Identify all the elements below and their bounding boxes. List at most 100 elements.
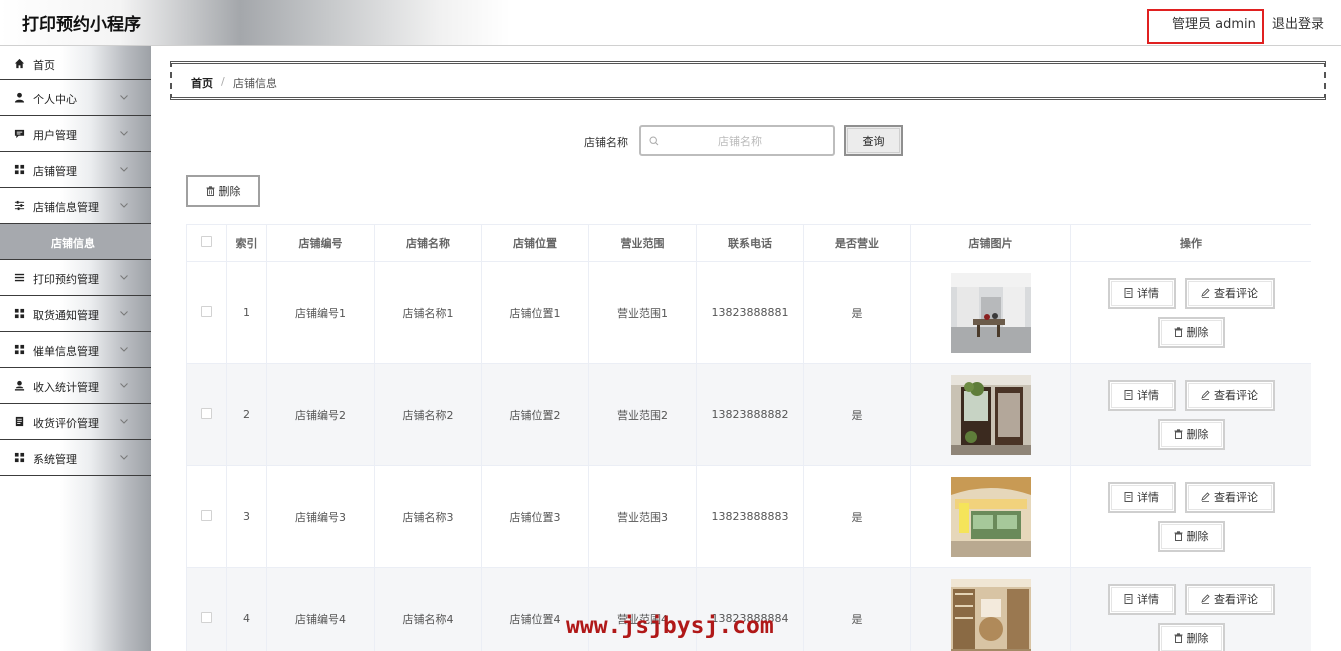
row-actions: 详情 查看评论 删除: [1091, 481, 1291, 552]
cell-phone: 13823888881: [696, 261, 804, 364]
sidebar-item-label: 店铺信息管理: [33, 201, 99, 214]
cell-index: 2: [226, 363, 267, 466]
store-image[interactable]: [950, 476, 1031, 557]
cell-code: 店铺编号3: [266, 465, 375, 568]
sidebar-item-stores[interactable]: 店铺管理: [0, 152, 151, 188]
column-header: 操作: [1070, 224, 1311, 262]
column-header: 联系电话: [696, 224, 804, 262]
store-image[interactable]: [950, 374, 1031, 455]
query-button[interactable]: 查询: [844, 125, 903, 156]
edit-icon: [1201, 288, 1210, 298]
sidebar-item-label: 店铺管理: [33, 165, 77, 178]
cell-name: 店铺名称1: [374, 261, 482, 364]
row-checkbox[interactable]: [201, 305, 212, 317]
row-actions: 详情 查看评论 删除: [1091, 277, 1291, 348]
row-checkbox[interactable]: [201, 509, 212, 521]
sidebar-item-label: 打印预约管理: [33, 273, 99, 286]
search-icon: [649, 136, 659, 146]
app-title: 打印预约小程序: [22, 15, 141, 35]
document-icon: [1124, 288, 1133, 298]
batch-delete-label: 删除: [218, 185, 241, 198]
sidebar-item-users[interactable]: 用户管理: [0, 116, 151, 152]
sidebar-item-reminders[interactable]: 催单信息管理: [0, 332, 151, 368]
select-all-checkbox[interactable]: [201, 236, 212, 247]
sidebar-item-print-booking[interactable]: 打印预约管理: [0, 260, 151, 296]
chevron-down-icon: [120, 131, 128, 136]
delete-button-label: 删除: [1186, 428, 1209, 441]
detail-button[interactable]: 详情: [1107, 379, 1176, 411]
cell-scope: 营业范围1: [588, 261, 697, 364]
cell-name: 店铺名称4: [374, 567, 482, 651]
edit-icon: [1201, 594, 1210, 604]
cell-scope: 营业范围2: [588, 363, 697, 466]
detail-button-label: 详情: [1137, 593, 1159, 606]
view-comments-label: 查看评论: [1214, 287, 1258, 300]
trash-icon: [1174, 531, 1182, 541]
sidebar-item-pickup-notice[interactable]: 取货通知管理: [0, 296, 151, 332]
column-header: 店铺编号: [266, 224, 375, 262]
sidebar-subitem-store-info[interactable]: 店铺信息: [0, 224, 151, 260]
cell-open: 是: [803, 567, 911, 651]
store-image[interactable]: [950, 272, 1031, 353]
detail-button[interactable]: 详情: [1107, 583, 1176, 615]
search-label: 店铺名称: [584, 136, 628, 149]
delete-button[interactable]: 删除: [1157, 520, 1225, 552]
detail-button[interactable]: 详情: [1107, 277, 1176, 309]
cell-name: 店铺名称2: [374, 363, 482, 466]
sidebar-item-label: 个人中心: [33, 93, 77, 106]
chevron-down-icon: [120, 311, 128, 316]
sliders-icon: [14, 200, 25, 211]
breadcrumb-home-link[interactable]: 首页: [191, 75, 213, 91]
search-input[interactable]: [665, 132, 815, 150]
select-all-cell: [186, 224, 227, 262]
breadcrumb-separator: /: [221, 75, 225, 88]
chevron-down-icon: [120, 275, 128, 280]
trash-icon: [206, 186, 214, 196]
view-comments-button[interactable]: 查看评论: [1184, 583, 1275, 615]
sidebar-item-reviews[interactable]: 收货评价管理: [0, 404, 151, 440]
delete-button[interactable]: 删除: [1157, 418, 1225, 450]
batch-delete-button[interactable]: 删除: [186, 175, 260, 207]
store-image[interactable]: [950, 578, 1031, 651]
cell-scope: 营业范围3: [588, 465, 697, 568]
trash-icon: [1174, 633, 1182, 643]
sidebar-item-label: 用户管理: [33, 129, 77, 142]
chevron-down-icon: [120, 347, 128, 352]
view-comments-button[interactable]: 查看评论: [1184, 379, 1275, 411]
search-field[interactable]: [639, 125, 835, 156]
view-comments-button[interactable]: 查看评论: [1184, 481, 1275, 513]
document-icon: [15, 416, 24, 427]
cell-name: 店铺名称3: [374, 465, 482, 568]
row-checkbox[interactable]: [201, 407, 212, 419]
cell-index: 3: [226, 465, 267, 568]
sidebar-item-label: 催单信息管理: [33, 345, 99, 358]
sidebar-item-store-info[interactable]: 店铺信息管理: [0, 188, 151, 224]
sidebar-item-label: 收货评价管理: [33, 417, 99, 430]
row-actions: 详情 查看评论 删除: [1091, 583, 1291, 651]
document-icon: [1124, 492, 1133, 502]
cell-open: 是: [803, 363, 911, 466]
view-comments-button[interactable]: 查看评论: [1184, 277, 1275, 309]
column-header: 营业范围: [588, 224, 697, 262]
document-icon: [1124, 390, 1133, 400]
breadcrumb: 首页 / 店铺信息: [170, 61, 1326, 100]
delete-button[interactable]: 删除: [1157, 622, 1225, 651]
grid-icon: [14, 452, 25, 463]
watermark-text: www.jsjbysj.com: [566, 613, 774, 639]
chevron-down-icon: [120, 167, 128, 172]
document-icon: [1124, 594, 1133, 604]
sidebar-item-label: 首页: [33, 59, 55, 72]
view-comments-label: 查看评论: [1214, 491, 1258, 504]
row-checkbox[interactable]: [201, 611, 212, 623]
sidebar-item-income[interactable]: 收入统计管理: [0, 368, 151, 404]
sidebar-item-profile[interactable]: 个人中心: [0, 80, 151, 116]
sidebar-item-home[interactable]: 首页: [0, 46, 151, 80]
logout-link[interactable]: 退出登录: [1272, 13, 1324, 32]
delete-button-label: 删除: [1186, 530, 1209, 543]
sidebar-item-system[interactable]: 系统管理: [0, 440, 151, 476]
detail-button[interactable]: 详情: [1107, 481, 1176, 513]
store-table: 索引 店铺编号 店铺名称 店铺位置 营业范围 联系电话 是否营业 店铺图片 操作…: [186, 224, 1311, 651]
person-stat-icon: [14, 380, 25, 391]
delete-button[interactable]: 删除: [1157, 316, 1225, 348]
cell-open: 是: [803, 465, 911, 568]
